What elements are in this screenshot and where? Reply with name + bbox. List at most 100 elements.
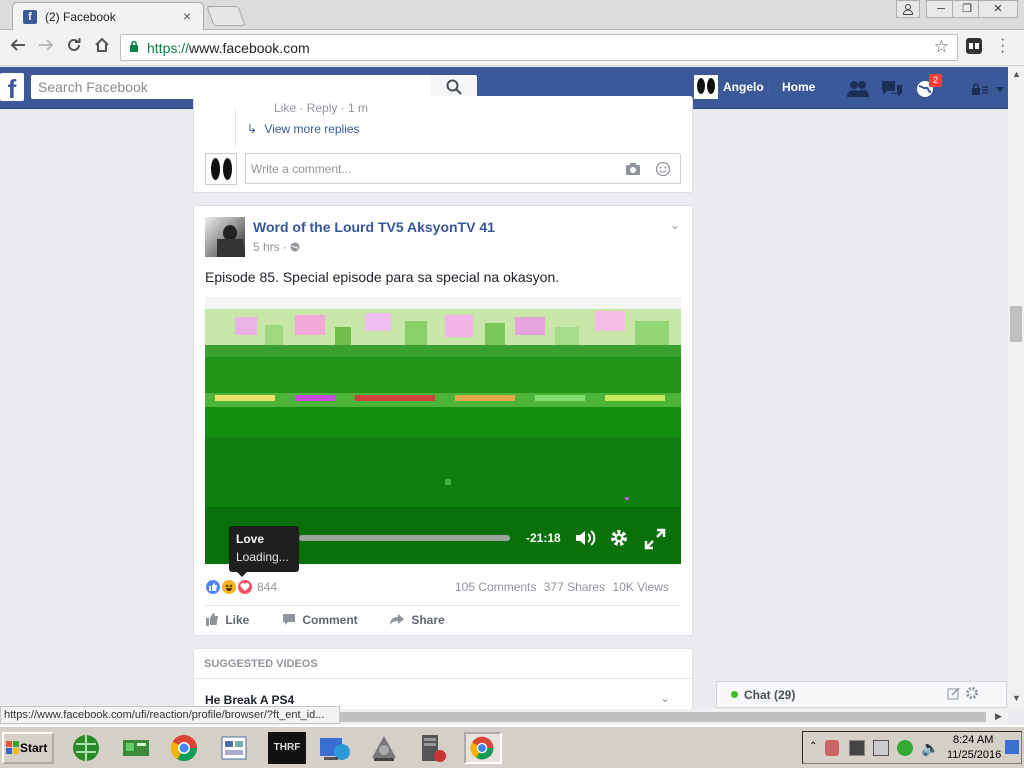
haha-reaction-icon[interactable]	[221, 579, 237, 595]
user-avatar[interactable]	[694, 75, 718, 99]
reaction-count[interactable]: 844	[257, 580, 277, 594]
comments-count-link[interactable]: 105 Comments	[455, 580, 536, 594]
chat-bar[interactable]: Chat (29)	[716, 681, 1007, 708]
tray-security-icon[interactable]	[897, 740, 913, 756]
shares-count-link[interactable]: 377 Shares	[544, 580, 605, 594]
home-link[interactable]: Home	[782, 80, 815, 94]
home-icon[interactable]	[92, 36, 112, 58]
comment-bubble-icon	[283, 614, 295, 625]
forward-icon[interactable]	[36, 36, 56, 58]
clock-time[interactable]: 8:24 AM	[953, 734, 993, 746]
tooltip-subtitle: Loading...	[236, 550, 289, 564]
vertical-scroll-thumb[interactable]	[1010, 306, 1022, 342]
comment-input[interactable]	[245, 153, 681, 184]
compose-message-icon[interactable]	[947, 687, 960, 703]
post-author-link[interactable]: Word of the Lourd TV5 AksyonTV 41	[253, 219, 495, 235]
system-tray: ⌃ 🔈 8:24 AM 11/25/2016	[802, 731, 1022, 764]
thrf-app-icon[interactable]: THRF	[268, 732, 306, 764]
tray-app-icon[interactable]	[825, 740, 839, 756]
clock-date[interactable]: 11/25/2016	[947, 749, 1001, 761]
windows-logo-icon	[6, 741, 19, 754]
reload-icon[interactable]	[64, 36, 84, 58]
suggested-video-thumbnail[interactable]: He Break A PS4	[205, 693, 345, 707]
horizontal-scroll-thumb[interactable]	[340, 712, 986, 722]
like-button[interactable]: Like	[205, 613, 249, 627]
post-text: Episode 85. Special episode para sa spec…	[205, 269, 560, 285]
page-avatar[interactable]	[205, 217, 245, 257]
messages-icon[interactable]	[880, 79, 904, 99]
person-icon	[902, 4, 914, 15]
chrome-taskbar-active-button[interactable]	[464, 732, 502, 764]
reply-thread-line	[235, 109, 236, 147]
action-divider	[205, 605, 681, 606]
video-progress-track[interactable]	[299, 535, 510, 541]
suggested-options-chevron-icon[interactable]: ⌄	[660, 691, 670, 705]
start-button[interactable]: Start	[2, 732, 54, 764]
scroll-right-arrow-icon[interactable]: ▶	[995, 711, 1002, 722]
tray-display-icon[interactable]	[849, 740, 865, 756]
reaction-tooltip: Love Loading...	[229, 526, 299, 577]
fullscreen-icon[interactable]	[644, 528, 666, 553]
new-tab-button[interactable]	[206, 6, 246, 26]
reply-actions: Like · Reply · 1 m	[274, 101, 369, 115]
profile-button[interactable]	[896, 0, 920, 18]
post-options-chevron-icon[interactable]: ⌄	[670, 218, 680, 232]
friend-requests-icon[interactable]	[846, 79, 870, 99]
user-name-link[interactable]: Angelo	[723, 80, 764, 94]
video-time-remaining: -21:18	[526, 531, 561, 545]
views-count: 10K Views	[612, 580, 669, 594]
control-panel-app-icon[interactable]	[218, 732, 256, 764]
share-button[interactable]: Share	[389, 613, 445, 627]
tab-close-icon[interactable]: ×	[183, 8, 191, 24]
tools-app-icon[interactable]	[368, 732, 406, 764]
header-divider	[769, 77, 770, 99]
volume-icon[interactable]	[574, 528, 598, 551]
suggested-divider	[193, 678, 693, 679]
scroll-up-arrow-icon[interactable]: ▲	[1012, 69, 1021, 79]
lock-icon	[130, 40, 138, 52]
post-timestamp[interactable]: 5 hrs ·	[253, 240, 300, 254]
extension-icon[interactable]	[966, 38, 982, 54]
vertical-scrollbar[interactable]: ▲ ▼	[1008, 67, 1024, 709]
bookmark-star-icon[interactable]: ☆	[934, 37, 949, 57]
settings-gear-icon[interactable]	[609, 528, 629, 551]
tray-expand-icon[interactable]: ⌃	[809, 741, 817, 752]
volume-tray-icon[interactable]: 🔈	[921, 739, 940, 757]
account-menu-icon[interactable]	[970, 79, 1006, 99]
love-reaction-icon[interactable]	[237, 579, 253, 595]
video-player[interactable]: -21:18	[205, 297, 681, 564]
thumbs-up-icon	[206, 613, 218, 626]
browser-toolbar: https://www.facebook.com ☆ · · ·	[0, 30, 1024, 66]
camera-icon[interactable]	[625, 162, 641, 179]
public-globe-icon	[290, 242, 300, 252]
reply-arrow-icon: ↳	[247, 122, 258, 136]
chat-label: Chat (29)	[744, 688, 796, 702]
emoji-icon[interactable]	[655, 161, 671, 180]
browser-tab[interactable]: f (2) Facebook ×	[12, 2, 204, 30]
server-app-icon[interactable]	[416, 732, 454, 764]
tooltip-title: Love	[236, 532, 265, 546]
commenter-avatar	[205, 153, 237, 185]
post-stats: 105 Comments 377 Shares 10K Views	[455, 580, 669, 594]
facebook-logo-icon[interactable]: f	[0, 73, 24, 104]
scroll-down-arrow-icon[interactable]: ▼	[1012, 693, 1021, 703]
tray-network-icon[interactable]	[873, 740, 889, 756]
like-reaction-icon[interactable]	[205, 579, 221, 595]
close-window-button[interactable]: ✕	[978, 0, 1018, 18]
status-bar-url: https://www.facebook.com/ufi/reaction/pr…	[0, 706, 340, 724]
graphics-card-app-icon[interactable]	[120, 732, 158, 764]
show-desktop-icon[interactable]	[1005, 740, 1019, 754]
suggested-videos-header: SUGGESTED VIDEOS	[204, 658, 318, 670]
network-connections-app-icon[interactable]	[318, 732, 356, 764]
address-bar[interactable]: https://www.facebook.com ☆	[120, 34, 958, 61]
view-more-replies-link[interactable]: ↳ View more replies	[247, 122, 360, 136]
suggested-video-title: He Break A PS4	[205, 693, 295, 707]
network-globe-app-icon[interactable]	[70, 732, 108, 764]
chrome-menu-icon[interactable]: · · ·	[1000, 32, 1005, 60]
video-frame	[205, 297, 681, 564]
back-icon[interactable]	[8, 36, 28, 58]
tab-strip: f (2) Facebook × ─ ❐ ✕	[0, 0, 1024, 30]
chrome-app-icon[interactable]	[168, 732, 206, 764]
chat-settings-gear-icon[interactable]	[965, 686, 979, 703]
comment-button[interactable]: Comment	[282, 613, 358, 627]
